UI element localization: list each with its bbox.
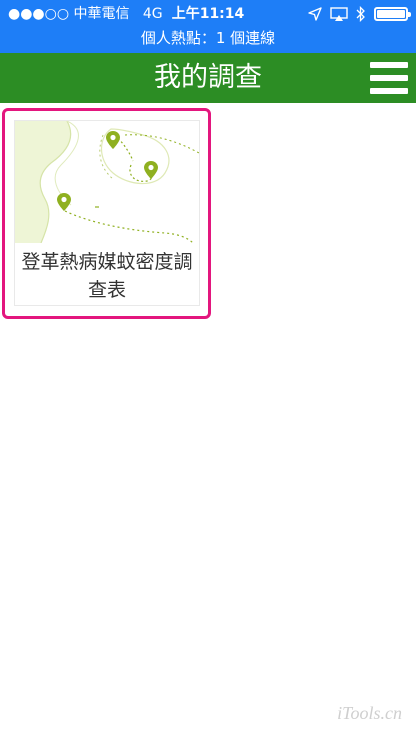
status-icons [308,3,411,25]
page-title: 我的調查 [154,62,262,93]
app-bar: 我的調查 [0,53,416,103]
hamburger-menu-icon-bar-3 [370,88,408,94]
hamburger-menu-button[interactable] [370,62,408,94]
hamburger-menu-icon-bar-2 [370,75,408,81]
watermark: iTools.cn [337,703,402,723]
battery-icon [374,7,411,21]
hotspot-banner[interactable]: 個人熱點：1 個連線 [0,27,416,49]
status-bar: ●●●○○ 中華電信 4G 上午11:14 個人熱點：1 個連線 [0,0,416,53]
survey-card-content: 登革熱病媒蚊密度調查表 [14,120,200,306]
status-row: ●●●○○ 中華電信 4G 上午11:14 [0,3,416,25]
location-arrow-icon [308,7,322,21]
survey-title: 登革熱病媒蚊密度調查表 [21,251,193,301]
airplay-icon [330,7,348,21]
bluetooth-icon [356,6,365,22]
map-with-pins-icon [15,121,199,243]
hamburger-menu-icon-bar-1 [370,62,408,68]
survey-card[interactable]: 登革熱病媒蚊密度調查表 [2,108,211,319]
